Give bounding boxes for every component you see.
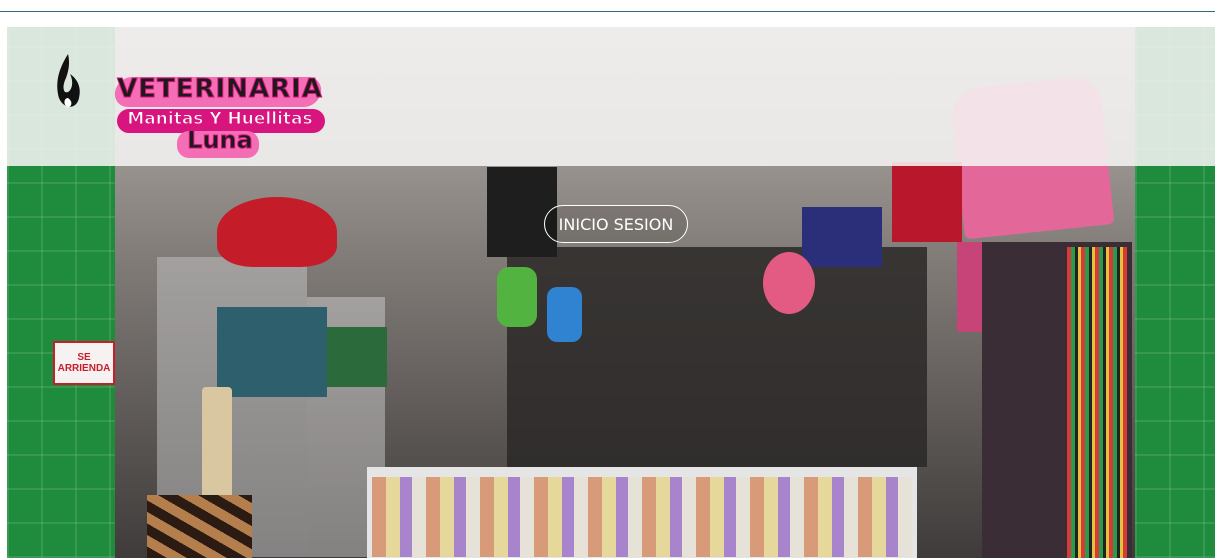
hero-hanging-bag-black	[487, 167, 557, 257]
logo-text-veterinaria: VETERINARIA	[117, 74, 323, 105]
header-brand-bar: VETERINARIA Manitas Y Huellitas Luna	[7, 27, 1215, 166]
hero-leash-rack	[1067, 247, 1127, 558]
brand-logo[interactable]: VETERINARIA Manitas Y Huellitas Luna	[112, 74, 325, 158]
hero-counter-products	[372, 477, 912, 557]
hero-blue-carrier	[547, 287, 582, 342]
hero-back-room	[507, 247, 927, 467]
hero-red-pet-bed	[217, 197, 337, 267]
hero-promo-badge	[763, 252, 815, 314]
login-button[interactable]: INICIO SESION	[544, 205, 688, 243]
hero-aquarium-small	[327, 327, 387, 387]
hero-aquarium	[217, 307, 327, 397]
logo-text-luna: Luna	[187, 126, 254, 155]
hero-hanging-bed-red	[892, 162, 962, 242]
top-border-line	[0, 11, 1215, 12]
hero-tiger-bed	[147, 495, 252, 558]
hero-hanging-bed-blue	[802, 207, 882, 267]
hero-green-carrier	[497, 267, 537, 327]
rent-sign: SE ARRIENDA	[53, 341, 115, 385]
pet-flame-logo-icon[interactable]	[54, 52, 82, 118]
